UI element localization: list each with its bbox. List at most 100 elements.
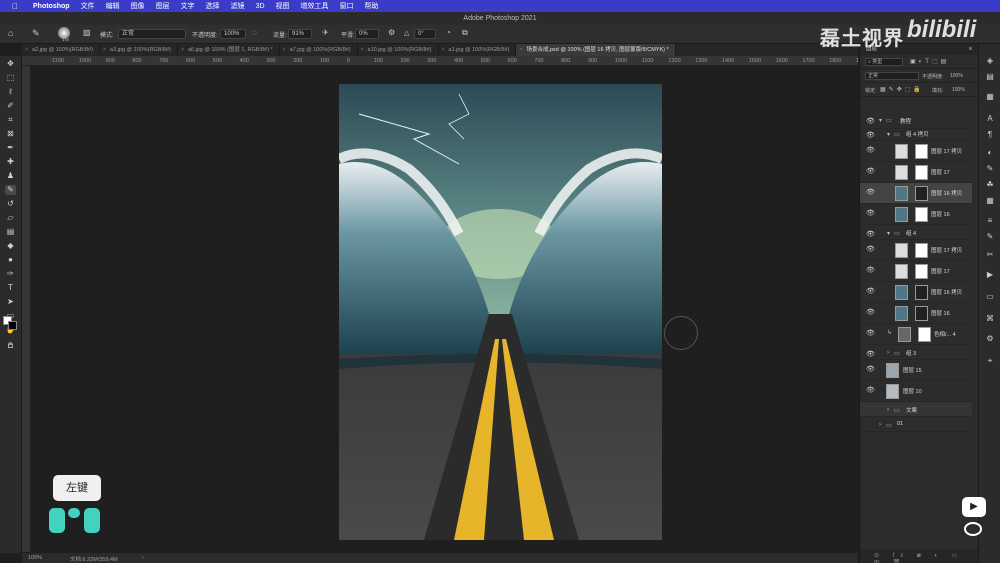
tab-a2[interactable]: × a2.jpg @ 100%(RGB/8#) <box>22 44 100 56</box>
flow-field[interactable]: 91% <box>288 29 312 39</box>
layer-footer-icons[interactable]: ⊝ fx ◙ ◐ ▭ ⊞ 🗑 <box>874 552 978 563</box>
menu-view[interactable]: 视图 <box>276 1 290 11</box>
menu-edit[interactable]: 编辑 <box>106 1 120 11</box>
gradient-tool-icon[interactable]: ▤ <box>5 227 16 237</box>
symmetry-icon[interactable]: ⧉ <box>462 28 468 38</box>
layer-thumbnail[interactable] <box>895 207 908 222</box>
layer-mask-thumbnail[interactable] <box>915 186 928 201</box>
character-icon[interactable]: A <box>984 114 996 124</box>
adjustment-icon[interactable] <box>898 327 911 342</box>
layer-row-17-copy[interactable]: 👁 图层 17 拷贝 <box>860 141 972 162</box>
layer-row-group-3[interactable]: 👁 › ▭ 组 3 <box>860 345 972 360</box>
layer-thumbnail[interactable] <box>895 306 908 321</box>
pressure-opacity-icon[interactable]: ◌ <box>252 28 257 37</box>
document-canvas[interactable] <box>339 84 662 540</box>
layer-row-17-copy-b[interactable]: 👁 图层 17 拷贝 <box>860 240 972 261</box>
gear-icon[interactable]: ⚙ <box>388 28 395 37</box>
smooth-field[interactable]: 0% <box>355 29 379 39</box>
menu-window[interactable]: 窗口 <box>340 1 354 11</box>
channels-icon[interactable]: ▤ <box>984 72 996 82</box>
pressure-size-icon[interactable]: ◔ <box>446 28 451 37</box>
path-select-icon[interactable]: ➤ <box>5 297 16 307</box>
healing-tool-icon[interactable]: ✚ <box>5 157 16 167</box>
close-icon[interactable]: × <box>103 44 106 56</box>
layers-panel-icon[interactable]: ◈ <box>984 56 996 66</box>
eyedropper-tool-icon[interactable]: ✒ <box>5 143 16 153</box>
navigator-icon[interactable]: ⌘ <box>984 314 996 324</box>
close-icon[interactable]: × <box>181 44 184 56</box>
libraries-icon[interactable]: ✎ <box>984 164 996 174</box>
layer-row-16-b[interactable]: 👁 图层 16 <box>860 303 972 324</box>
layer-thumbnail[interactable] <box>886 384 899 399</box>
eye-icon[interactable]: 👁 <box>866 231 875 239</box>
marquee-tool-icon[interactable]: ⬚ <box>5 73 16 83</box>
layer-row-16-copy-selected[interactable]: 👁 图层 16 拷贝 <box>860 183 972 204</box>
layer-mask-thumbnail[interactable] <box>918 327 931 342</box>
styles-icon[interactable]: ☘ <box>984 180 996 190</box>
layer-thumbnail[interactable] <box>895 186 908 201</box>
move-tool-icon[interactable]: ✥ <box>5 59 16 69</box>
angle-field[interactable]: 0° <box>414 29 436 39</box>
apple-icon[interactable]:  <box>12 2 22 11</box>
eye-icon[interactable]: 👁 <box>866 210 875 218</box>
sliders-icon[interactable]: ≡ <box>984 216 996 226</box>
opacity-field[interactable]: 100% <box>220 29 246 39</box>
quick-mask-icon[interactable]: ◘ <box>5 341 16 351</box>
quick-select-tool-icon[interactable]: ✐ <box>5 101 16 111</box>
type-tool-icon[interactable]: T <box>5 283 16 293</box>
layer-mask-thumbnail[interactable] <box>915 207 928 222</box>
paragraph-icon[interactable]: ¶ <box>984 130 996 140</box>
menu-select[interactable]: 选择 <box>206 1 220 11</box>
brush-settings-icon[interactable]: ✎ <box>984 232 996 242</box>
tab-a3[interactable]: × a3.jpg @ 100%(RGB/8#) <box>100 44 178 56</box>
close-icon[interactable]: × <box>519 44 522 56</box>
layer-thumbnail[interactable] <box>895 285 908 300</box>
fill-value[interactable]: 100% <box>952 87 965 93</box>
grid-icon[interactable]: ▦ <box>984 196 996 206</box>
eye-icon[interactable]: 👁 <box>866 387 875 395</box>
menu-plugins[interactable]: 增效工具 <box>301 1 329 11</box>
eye-icon[interactable]: 👁 <box>866 267 875 275</box>
layer-row-15[interactable]: 👁 图层 15 <box>860 360 972 381</box>
chevron-right-icon[interactable]: › <box>142 555 144 561</box>
layer-row-17[interactable]: 👁 图层 17 <box>860 162 972 183</box>
menu-type[interactable]: 文字 <box>181 1 195 11</box>
frame-tool-icon[interactable]: ⊠ <box>5 129 16 139</box>
mode-select[interactable]: 正常 <box>118 29 186 39</box>
layer-mask-thumbnail[interactable] <box>915 165 928 180</box>
layer-mask-thumbnail[interactable] <box>915 306 928 321</box>
menu-file[interactable]: 文件 <box>81 1 95 11</box>
eye-icon[interactable]: 👁 <box>866 351 875 359</box>
crop-tool-icon[interactable]: ⌗ <box>5 115 16 125</box>
home-icon[interactable]: ⌂ <box>8 28 13 38</box>
dodge-tool-icon[interactable]: ● <box>5 255 16 265</box>
layer-row-hue-saturation[interactable]: 👁 ↳ 色相/... 4 <box>860 324 972 345</box>
panel-menu-icon[interactable]: ≡ <box>969 44 972 55</box>
clone-stamp-icon[interactable]: ♟ <box>5 171 16 181</box>
history-brush-icon[interactable]: ↺ <box>5 199 16 209</box>
tab-a1[interactable]: × a1.jpg @ 100%(RGB/8#) <box>439 44 517 56</box>
layer-thumbnail[interactable] <box>895 144 908 159</box>
layer-mask-thumbnail[interactable] <box>915 264 928 279</box>
layer-mask-thumbnail[interactable] <box>915 285 928 300</box>
background-color-swatch[interactable] <box>8 321 17 330</box>
brush-panel-icon[interactable]: ▨ <box>83 28 91 37</box>
layer-row-17-b[interactable]: 👁 图层 17 <box>860 261 972 282</box>
swatches-icon[interactable]: ▦ <box>984 92 996 102</box>
eye-icon[interactable]: 👁 <box>866 168 875 176</box>
replay-icon[interactable] <box>964 522 982 536</box>
layer-row-group-4[interactable]: 👁 ▾ ▭ 组 4 <box>860 225 972 240</box>
layer-row-group-copy-text[interactable]: › ▭ 文案 <box>860 402 972 417</box>
tab-a10[interactable]: × a10.jpg @ 100%(RGB/8#) <box>358 44 439 56</box>
eye-icon[interactable]: 👁 <box>866 189 875 197</box>
zoom-level[interactable]: 100% <box>28 555 42 561</box>
menu-help[interactable]: 帮助 <box>365 1 379 11</box>
layer-thumbnail[interactable] <box>895 264 908 279</box>
tab-a7[interactable]: × a7.jpg @ 100%(RGB/8#) <box>280 44 358 56</box>
tab-a6[interactable]: × a6.jpg @ 100% (图层 1, RGB/8#) * <box>178 44 280 56</box>
lasso-tool-icon[interactable]: ℓ <box>5 87 16 97</box>
eye-icon[interactable]: 👁 <box>866 118 875 126</box>
blend-mode-select[interactable]: 正常 <box>865 72 919 80</box>
layer-row-group-01[interactable]: › ▭ 01 <box>860 417 972 432</box>
menu-app-name[interactable]: Photoshop <box>33 3 70 10</box>
